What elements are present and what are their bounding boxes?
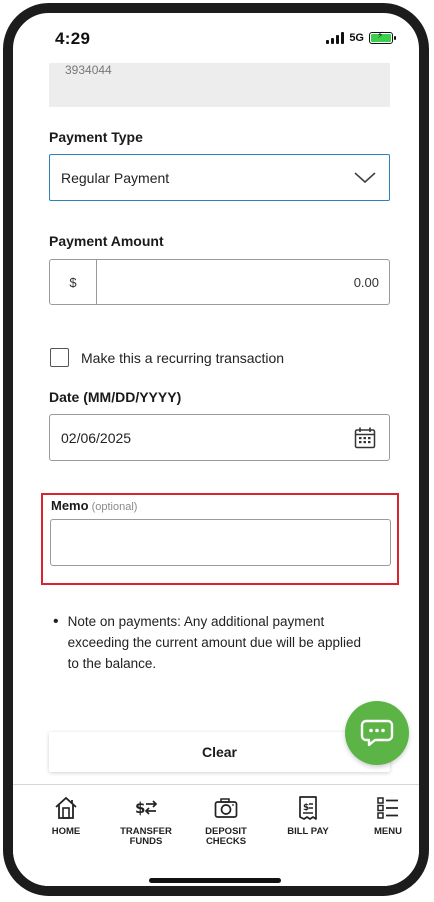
bottom-nav: HOME $ TRANSFER FUNDS DEPOSIT CHECKS $ B… bbox=[13, 784, 419, 886]
status-indicators: 5G bbox=[326, 30, 396, 44]
signal-icon bbox=[326, 32, 345, 44]
nav-label-menu: MENU bbox=[374, 826, 402, 837]
transfer-icon: $ bbox=[135, 799, 158, 817]
memo-input[interactable] bbox=[50, 519, 391, 566]
nav-label-deposit-checks: DEPOSIT CHECKS bbox=[205, 826, 247, 847]
nav-label-bill-pay: BILL PAY bbox=[287, 826, 329, 837]
payment-type-value: Regular Payment bbox=[61, 170, 170, 186]
previous-field[interactable]: 3934044 bbox=[49, 63, 390, 107]
nav-item-transfer-funds[interactable]: $ TRANSFER FUNDS bbox=[111, 795, 181, 847]
home-icon bbox=[55, 796, 77, 819]
recurring-row[interactable]: Make this a recurring transaction bbox=[50, 348, 284, 367]
payment-type-select[interactable]: Regular Payment bbox=[49, 154, 390, 201]
chevron-down-icon bbox=[354, 172, 376, 184]
screen: 4:29 5G 3934044 Payment Type Regular Pay… bbox=[13, 13, 419, 886]
calendar-icon[interactable] bbox=[353, 426, 377, 450]
nav-label-transfer-funds: TRANSFER FUNDS bbox=[120, 826, 172, 847]
camera-icon bbox=[214, 798, 238, 818]
home-indicator[interactable] bbox=[149, 878, 281, 883]
svg-text:$: $ bbox=[303, 803, 309, 813]
status-time: 4:29 bbox=[55, 29, 91, 48]
clear-button[interactable]: Clear bbox=[49, 732, 390, 772]
payment-note: • Note on payments: Any additional payme… bbox=[53, 611, 373, 674]
nav-item-deposit-checks[interactable]: DEPOSIT CHECKS bbox=[191, 795, 261, 847]
recurring-checkbox[interactable] bbox=[50, 348, 69, 367]
nav-item-bill-pay[interactable]: $ BILL PAY bbox=[273, 795, 343, 837]
date-value: 02/06/2025 bbox=[61, 430, 132, 446]
nav-item-home[interactable]: HOME bbox=[31, 795, 101, 837]
network-label: 5G bbox=[349, 32, 364, 44]
previous-field-value: 3934044 bbox=[65, 63, 112, 77]
payment-amount-label: Payment Amount bbox=[49, 233, 164, 249]
date-label: Date (MM/DD/YYYY) bbox=[49, 389, 182, 405]
note-text: Note on payments: Any additional payment… bbox=[67, 614, 362, 671]
bill-icon: $ bbox=[299, 796, 317, 820]
recurring-label: Make this a recurring transaction bbox=[81, 349, 285, 366]
payment-amount-input[interactable]: 0.00 bbox=[354, 275, 379, 290]
nav-label-home: HOME bbox=[51, 826, 81, 837]
chat-bubble-icon bbox=[360, 719, 394, 747]
payment-amount-field[interactable]: $ 0.00 bbox=[49, 259, 390, 305]
svg-text:$: $ bbox=[135, 799, 145, 817]
phone-frame: 4:29 5G 3934044 Payment Type Regular Pay… bbox=[3, 3, 429, 896]
status-bar: 4:29 5G bbox=[13, 13, 419, 63]
chat-button[interactable] bbox=[345, 701, 409, 765]
memo-label: Memo (optional) bbox=[51, 498, 138, 513]
nav-item-menu[interactable]: MENU bbox=[353, 795, 419, 837]
memo-optional-hint: (optional) bbox=[91, 501, 138, 513]
date-field[interactable]: 02/06/2025 bbox=[49, 414, 390, 461]
memo-highlight-box: Memo (optional) bbox=[41, 493, 399, 585]
note-bullet: • bbox=[53, 613, 59, 630]
currency-prefix: $ bbox=[50, 260, 97, 304]
menu-list-icon bbox=[377, 797, 398, 819]
battery-icon bbox=[369, 30, 396, 44]
payment-type-label: Payment Type bbox=[49, 129, 143, 145]
